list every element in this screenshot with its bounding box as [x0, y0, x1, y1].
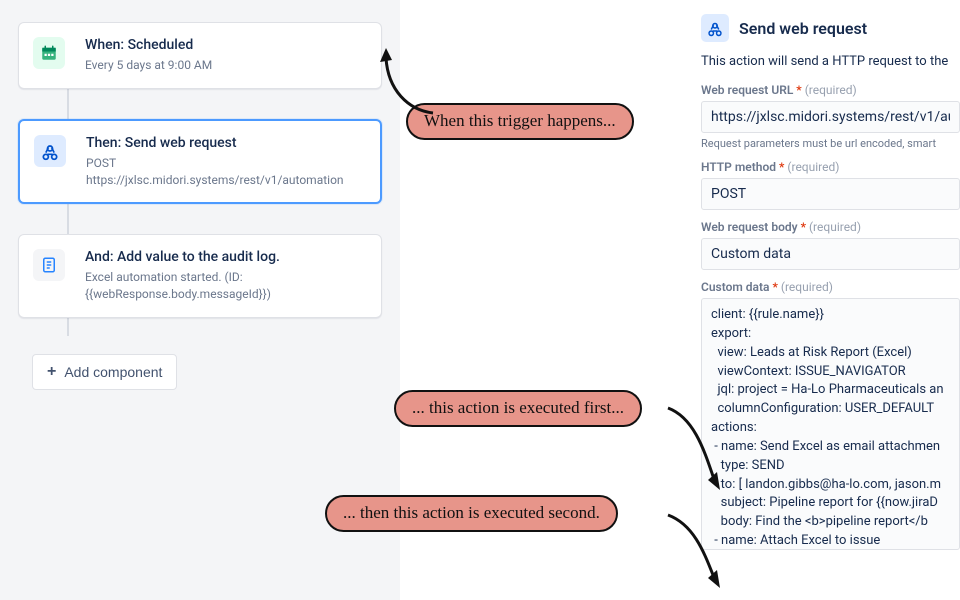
method-select[interactable]: POST	[701, 178, 960, 210]
trigger-card-scheduled[interactable]: When: Scheduled Every 5 days at 9:00 AM	[18, 22, 382, 89]
panel-description: This action will send a HTTP request to …	[701, 54, 960, 69]
annotation-callout-1: When this trigger happens...	[406, 103, 634, 140]
calendar-icon	[33, 37, 65, 69]
url-input[interactable]	[701, 101, 960, 133]
action-card-webrequest[interactable]: Then: Send web request POST https://jxls…	[18, 119, 382, 205]
add-component-label: Add component	[64, 364, 162, 380]
body-select[interactable]: Custom data	[701, 238, 960, 270]
custom-label: Custom data * (required)	[701, 280, 960, 294]
annotation-callout-3: ... then this action is executed second.	[325, 495, 618, 532]
url-label: Web request URL * (required)	[701, 83, 960, 97]
url-hint: Request parameters must be url encoded, …	[701, 137, 960, 150]
panel-title: Send web request	[739, 19, 867, 38]
add-component-button[interactable]: + Add component	[32, 354, 177, 390]
trigger-title: When: Scheduled	[85, 37, 365, 53]
config-panel: Send web request This action will send a…	[687, 0, 960, 600]
webhook-icon	[701, 14, 729, 42]
trigger-subtitle: Every 5 days at 9:00 AM	[85, 57, 365, 74]
action2-subtitle: Excel automation started. (ID: {{webResp…	[85, 269, 365, 303]
method-label: HTTP method * (required)	[701, 160, 960, 174]
action-card-auditlog[interactable]: And: Add value to the audit log. Excel a…	[18, 234, 382, 318]
webhook-icon	[34, 135, 66, 167]
annotation-callout-2: ... this action is executed first...	[394, 390, 642, 427]
plus-icon: +	[47, 363, 56, 381]
document-icon	[33, 249, 65, 281]
action1-subtitle: POST https://jxlsc.midori.systems/rest/v…	[86, 155, 364, 189]
custom-data-textarea[interactable]: client: {{rule.name}} export: view: Lead…	[701, 298, 960, 550]
body-label: Web request body * (required)	[701, 220, 960, 234]
action1-title: Then: Send web request	[86, 135, 364, 151]
action2-title: And: Add value to the audit log.	[85, 249, 365, 265]
